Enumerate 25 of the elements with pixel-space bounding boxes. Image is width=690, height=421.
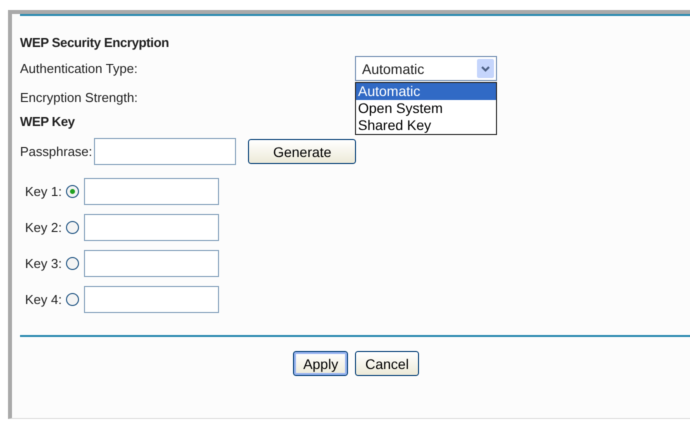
radio-button[interactable] bbox=[66, 185, 79, 198]
field-label: Authentication Type: bbox=[20, 61, 138, 76]
section-title: WEP Security Encryption bbox=[20, 35, 169, 50]
key-field[interactable] bbox=[84, 250, 219, 277]
chevron-down-icon bbox=[477, 59, 494, 78]
field-label: Encryption Strength: bbox=[20, 90, 138, 105]
dropdown-option[interactable]: Open System bbox=[356, 100, 496, 117]
key-field[interactable] bbox=[84, 286, 219, 313]
key-label: Key 2: bbox=[25, 220, 62, 235]
key-field[interactable] bbox=[84, 178, 219, 205]
passphrase-field[interactable] bbox=[94, 138, 236, 165]
dialog-button[interactable]: Apply bbox=[293, 351, 348, 376]
dropdown-option[interactable]: Shared Key bbox=[356, 117, 496, 134]
generate-button[interactable]: Generate bbox=[248, 139, 356, 164]
dropdown-option[interactable]: Automatic bbox=[356, 83, 496, 100]
key-label: Key 3: bbox=[25, 256, 62, 271]
radio-button[interactable] bbox=[66, 221, 79, 234]
radio-button[interactable] bbox=[66, 257, 79, 270]
dialog-button[interactable]: Cancel bbox=[355, 351, 419, 376]
radio-button[interactable] bbox=[66, 293, 79, 306]
section-title: WEP Key bbox=[20, 114, 75, 129]
field-label: Passphrase: bbox=[20, 144, 92, 159]
key-label: Key 1: bbox=[25, 184, 62, 199]
key-field[interactable] bbox=[84, 214, 219, 241]
key-label: Key 4: bbox=[25, 292, 62, 307]
